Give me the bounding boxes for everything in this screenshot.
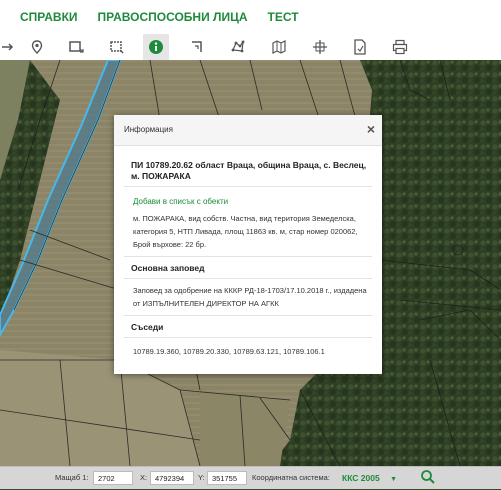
neighbors-heading: Съседи [124,322,372,338]
polygon-icon[interactable] [225,34,251,60]
zoom-rectangle-icon[interactable] [104,34,130,60]
order-text: Заповед за одобрение на КККР РД-18-1703/… [124,279,372,316]
menu-item-test[interactable]: ТЕСТ [268,10,299,24]
scale-input[interactable]: 2702 [93,471,133,485]
coordinate-system-label: Координатна система: [252,473,330,482]
menu-item-licensed-persons[interactable]: ПРАВОСПОСОБНИ ЛИЦА [98,10,248,24]
select-rectangle-icon[interactable] [63,34,89,60]
close-icon[interactable]: × [367,121,375,137]
polyline-icon[interactable] [184,34,210,60]
print-icon[interactable] [387,34,413,60]
top-menu: СПРАВКИ ПРАВОСПОСОБНИ ЛИЦА ТЕСТ [0,0,501,34]
map-icon[interactable] [266,34,292,60]
coordinate-system-select[interactable]: ККС 2005 ▼ [342,471,397,485]
add-to-objects-link[interactable]: Добави в списък с обекти [124,197,372,206]
neighbors-text: 10789.19.360, 10789.20.330, 10789.63.121… [133,347,325,356]
dropdown-arrow-icon: ▼ [390,476,397,483]
parcel-title: ПИ 10789.20.62 област Враца, община Врац… [124,160,372,187]
location-pin-icon[interactable] [24,34,50,60]
crosshair-icon[interactable] [307,34,333,60]
y-coordinate-field: 351755 [207,471,247,485]
info-popup: Информация × ПИ 10789.20.62 област Враца… [114,115,382,374]
popup-body: ПИ 10789.20.62 област Враца, община Врац… [114,160,382,356]
x-coordinate-field: 4792394 [150,471,194,485]
document-icon[interactable] [347,34,373,60]
search-icon[interactable] [420,469,436,490]
popup-header: Информация × [114,115,382,146]
y-label: Y: [198,473,205,482]
order-heading: Основна заповед [124,263,372,279]
menu-item-references[interactable]: СПРАВКИ [20,10,78,24]
scale-label: Мащаб 1: [55,473,89,482]
move-icon[interactable] [0,34,20,60]
status-bar: Мащаб 1: 2702 X: 4792394 Y: 351755 Коорд… [0,466,501,489]
coordinate-system-value: ККС 2005 [342,473,380,483]
x-label: X: [140,473,148,482]
map-toolbar [0,34,501,61]
info-icon[interactable] [143,34,169,60]
popup-title: Информация [124,125,173,134]
parcel-description: м. ПОЖАРАКА, вид собств. Частна, вид тер… [124,212,372,257]
